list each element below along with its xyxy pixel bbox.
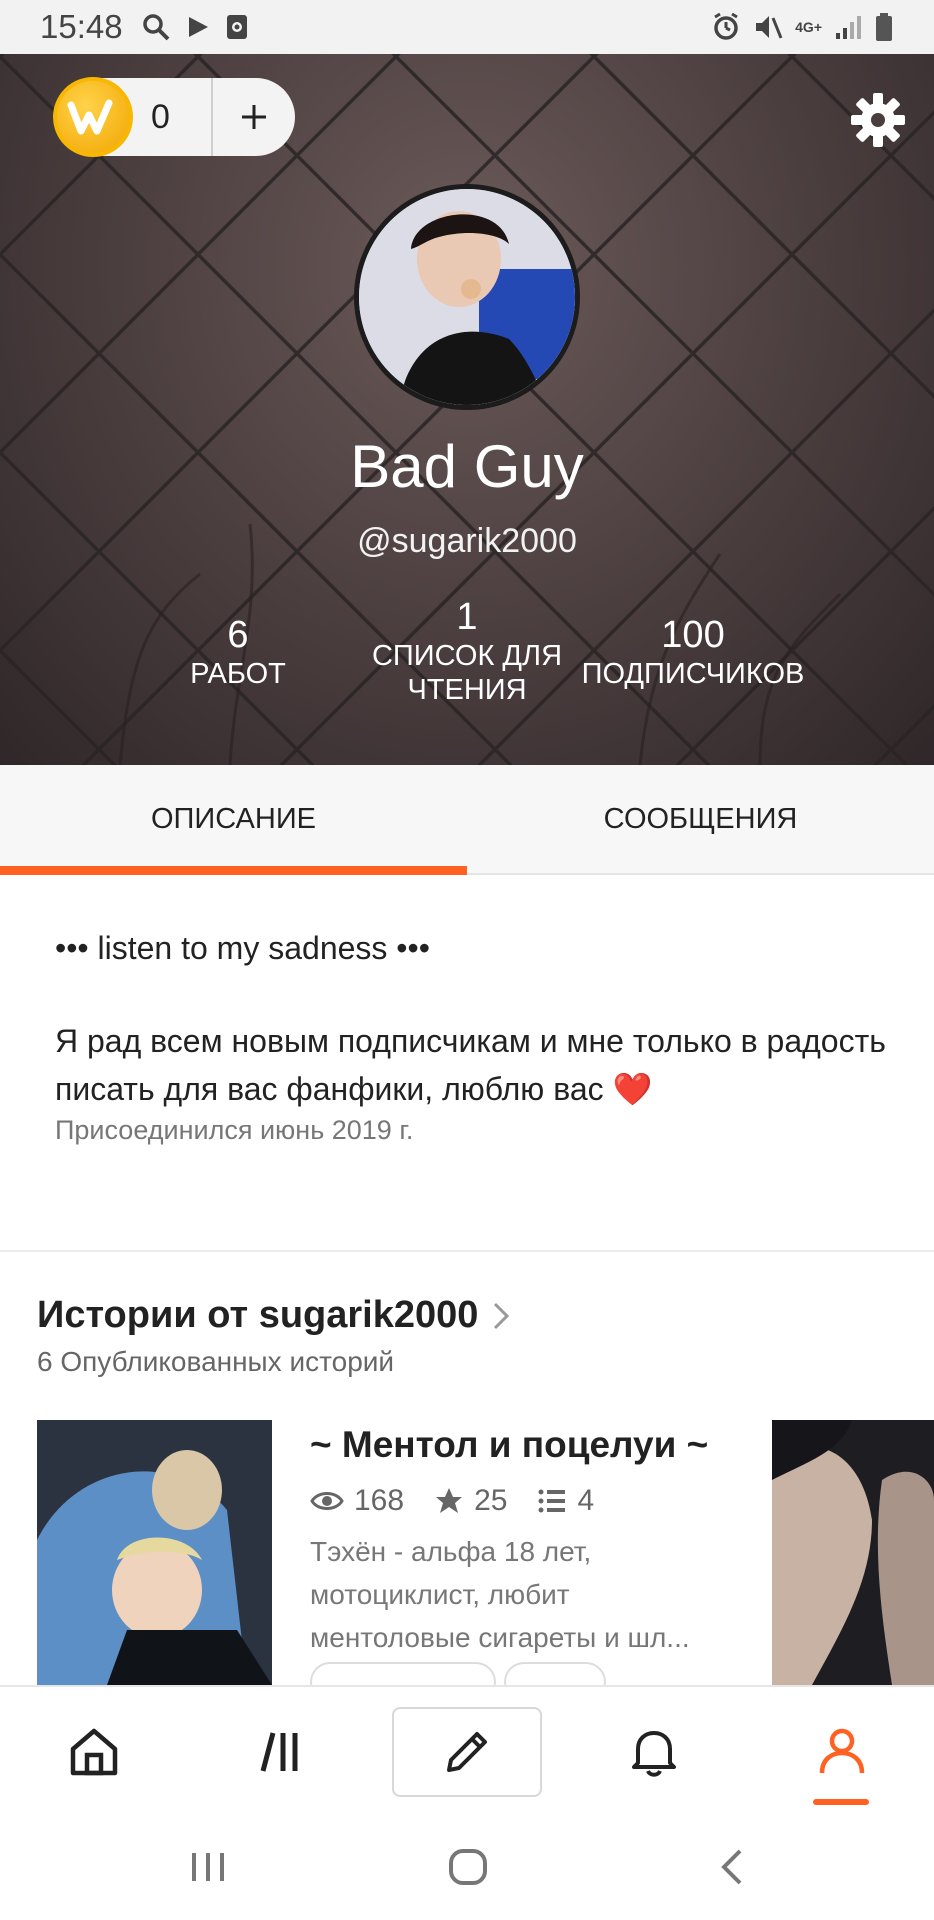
- profile-tabs: ОПИСАНИЕ СООБЩЕНИЯ: [0, 765, 934, 875]
- nav-write[interactable]: [392, 1707, 542, 1797]
- recents-icon[interactable]: [186, 1845, 230, 1889]
- heart-emoji: ❤️: [612, 1071, 653, 1107]
- avatar-image: [359, 189, 575, 405]
- bell-icon: [632, 1731, 676, 1777]
- stories-title: Истории от sugarik2000: [37, 1294, 479, 1336]
- stat-value: 1: [456, 596, 478, 638]
- tab-messages[interactable]: СООБЩЕНИЯ: [467, 765, 934, 873]
- library-icon: [260, 1732, 298, 1772]
- stat-reading-list[interactable]: 1 СПИСОК ДЛЯ ЧТЕНИЯ: [360, 596, 574, 707]
- home-icon: [70, 1728, 118, 1776]
- write-icon: [447, 1732, 487, 1772]
- story-parts: 4: [537, 1484, 594, 1518]
- nav-home[interactable]: [48, 1707, 140, 1797]
- about-title: ••• listen to my sadness •••: [55, 930, 430, 966]
- stat-label: РАБОТ: [190, 658, 286, 690]
- about-text: Я рад всем новым подписчикам и мне тольк…: [55, 1017, 895, 1113]
- back-icon[interactable]: [712, 1845, 752, 1889]
- alarm-icon: [714, 12, 738, 40]
- stat-label: ПОДПИСЧИКОВ: [581, 658, 805, 690]
- avatar[interactable]: [354, 184, 580, 410]
- mute-icon: [756, 16, 783, 39]
- about-text-body: Я рад всем новым подписчикам и мне тольк…: [55, 1023, 886, 1107]
- profile-icon: [819, 1728, 865, 1774]
- system-navigation: [0, 1815, 934, 1920]
- screen-record-icon: [226, 15, 247, 39]
- nav-active-indicator: [813, 1799, 869, 1805]
- story-title[interactable]: ~ Ментол и поцелуи ~: [310, 1424, 708, 1466]
- stat-followers[interactable]: 100 ПОДПИСЧИКОВ: [578, 614, 808, 691]
- 4g-icon: 4G+: [795, 19, 822, 35]
- stat-label: СПИСОК ДЛЯ: [371, 640, 563, 672]
- nav-library[interactable]: [236, 1707, 328, 1797]
- settings-gear-icon[interactable]: [850, 92, 906, 148]
- story-views: 168: [310, 1484, 404, 1518]
- votes-count: 25: [474, 1484, 508, 1517]
- wattpad-coin-icon: [53, 77, 133, 157]
- joined-date: Присоединился июнь 2019 г.: [55, 1115, 414, 1145]
- profile-header: 0 Bad Guy @sugarik2000 6 РАБОТ 1 СПИСОК …: [0, 54, 934, 765]
- signal-icon: [836, 16, 861, 39]
- tab-description[interactable]: ОПИСАНИЕ: [0, 765, 467, 875]
- profile-handle: @sugarik2000: [357, 522, 577, 560]
- star-icon: [436, 1488, 463, 1513]
- stat-works[interactable]: 6 РАБОТ: [158, 614, 318, 691]
- status-left-icons: [141, 12, 249, 42]
- status-bar: 15:48 4G+: [0, 0, 934, 54]
- home-circle-icon[interactable]: [446, 1845, 490, 1889]
- nav-notifications[interactable]: [608, 1707, 700, 1797]
- story-cover[interactable]: [37, 1420, 272, 1685]
- stat-label-line2: ЧТЕНИЯ: [407, 674, 527, 706]
- chevron-right-icon: [494, 1302, 510, 1329]
- about-section: ••• listen to my sadness ••• Я рад всем …: [55, 930, 895, 1146]
- search-icon: [142, 14, 170, 41]
- views-count: 168: [354, 1484, 405, 1517]
- parts-count: 4: [577, 1484, 595, 1517]
- status-time: 15:48: [40, 8, 123, 45]
- nav-profile[interactable]: [796, 1707, 888, 1797]
- play-icon: [188, 17, 208, 37]
- story-cover-image: [37, 1420, 272, 1685]
- story-stats: 168 25 4: [310, 1484, 610, 1518]
- stat-value: 100: [661, 614, 725, 656]
- section-divider: [0, 1250, 934, 1252]
- stat-value: 6: [227, 614, 249, 656]
- profile-stats: 6 РАБОТ 1 СПИСОК ДЛЯ ЧТЕНИЯ 100 ПОДПИСЧИ…: [0, 596, 934, 732]
- plus-icon: [242, 105, 266, 129]
- eye-icon: [310, 1492, 344, 1510]
- coin-balance[interactable]: 0: [53, 77, 295, 157]
- stories-count: 6 Опубликованных историй: [37, 1346, 395, 1377]
- bottom-navigation: [0, 1685, 934, 1815]
- story-votes: 25: [434, 1484, 507, 1518]
- profile-name: Bad Guy: [350, 433, 584, 500]
- stories-header[interactable]: Истории от sugarik2000: [37, 1294, 510, 1337]
- story-cover-next-image: [772, 1420, 934, 1685]
- story-cover-next[interactable]: [772, 1420, 934, 1685]
- story-description: Тэхён - альфа 18 лет, мотоциклист, любит…: [310, 1536, 690, 1653]
- add-coins-button[interactable]: [213, 102, 295, 132]
- coin-count: 0: [151, 97, 170, 136]
- list-icon: [538, 1489, 566, 1513]
- battery-icon: [876, 13, 892, 41]
- status-right-icons: 4G+: [711, 12, 894, 42]
